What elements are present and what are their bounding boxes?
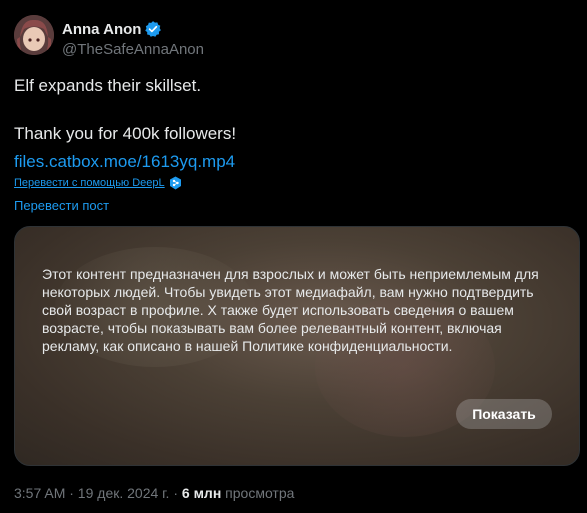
post-line-2: Thank you for 400k followers! bbox=[14, 124, 237, 143]
post-text: Elf expands their skillset. Thank you fo… bbox=[14, 76, 574, 172]
show-media-button[interactable]: Показать bbox=[456, 399, 552, 429]
post-meta: 3:57 AM · 19 дек. 2024 г. · 6 млн просмо… bbox=[14, 485, 294, 501]
deepl-translate-link[interactable]: Перевести с помощью DeepL bbox=[14, 176, 182, 190]
deepl-icon bbox=[169, 176, 182, 190]
post-header: Anna Anon @TheSafeAnnaAnon bbox=[14, 15, 587, 61]
verified-badge-icon bbox=[144, 20, 162, 38]
views-count: 6 млн bbox=[181, 485, 222, 501]
timestamp[interactable]: 3:57 AM · 19 дек. 2024 г. · bbox=[14, 485, 182, 501]
translate-post-link[interactable]: Перевести пост bbox=[14, 198, 109, 213]
sensitive-media-card[interactable]: Этот контент предназначен для взрослых и… bbox=[14, 226, 580, 466]
deepl-label: Перевести с помощью DeepL bbox=[14, 177, 165, 189]
display-name[interactable]: Anna Anon bbox=[62, 21, 141, 38]
handle[interactable]: @TheSafeAnnaAnon bbox=[62, 41, 204, 58]
avatar[interactable] bbox=[14, 15, 54, 55]
name-row: Anna Anon bbox=[62, 20, 162, 38]
post-line-1: Elf expands their skillset. bbox=[14, 76, 202, 95]
post-link[interactable]: files.catbox.moe/1613yq.mp4 bbox=[14, 152, 235, 171]
views-label: просмотра bbox=[221, 485, 295, 501]
sensitive-content-warning: Этот контент предназначен для взрослых и… bbox=[42, 266, 539, 354]
